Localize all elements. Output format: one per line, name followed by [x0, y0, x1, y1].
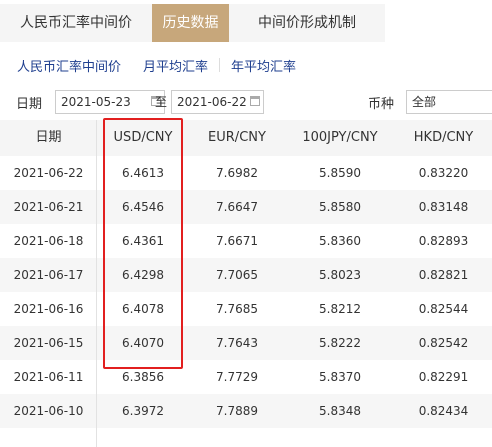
table-row: 2021-06-11 6.3856 7.7729 5.8370 0.82291 — [0, 360, 492, 394]
tab-central-parity-mechanism[interactable]: 中间价形成机制 — [229, 4, 385, 42]
subnav-monthly-average[interactable]: 月平均汇率 — [143, 56, 208, 75]
cell-100jpy-cny: 5.8590 — [319, 166, 361, 180]
cell-eur-cny: 7.7685 — [216, 302, 258, 316]
cell-hkd-cny: 0.83148 — [418, 200, 469, 214]
end-date-input[interactable]: 2021-06-22 — [171, 90, 264, 114]
table-row: 2021-06-22 6.4613 7.6982 5.8590 0.83220 — [0, 156, 492, 190]
table-header-row: 日期 USD/CNY EUR/CNY 100JPY/CNY HKD/CNY — [0, 120, 492, 156]
date-label: 日期 — [16, 97, 43, 112]
table-row: 2021-06-21 6.4546 7.6647 5.8580 0.83148 — [0, 190, 492, 224]
cell-usd-cny: 6.4070 — [122, 336, 164, 350]
currency-label: 币种 — [368, 97, 395, 112]
cell-usd-cny: 6.3856 — [122, 370, 164, 384]
cell-100jpy-cny: 5.8348 — [319, 404, 361, 418]
cell-date: 2021-06-10 — [13, 404, 84, 418]
subnav-divider — [219, 58, 221, 72]
end-date-value: 2021-06-22 — [177, 95, 247, 109]
header-eur-cny: EUR/CNY — [208, 130, 266, 145]
date-column-divider — [96, 120, 97, 447]
sub-navigation: 人民币汇率中间价 月平均汇率 年平均汇率 — [0, 56, 492, 75]
main-tabs: 人民币汇率中间价 历史数据 中间价形成机制 — [0, 4, 385, 42]
cell-hkd-cny: 0.82821 — [418, 268, 469, 282]
cell-eur-cny: 7.7729 — [216, 370, 258, 384]
cell-hkd-cny: 0.82544 — [418, 302, 469, 316]
cell-date: 2021-06-11 — [13, 370, 84, 384]
cell-eur-cny: 7.6982 — [216, 166, 258, 180]
cell-eur-cny: 7.7889 — [216, 404, 258, 418]
cell-eur-cny: 7.7065 — [216, 268, 258, 282]
cell-100jpy-cny: 5.8360 — [319, 234, 361, 248]
table-row: 2021-06-15 6.4070 7.7643 5.8222 0.82542 — [0, 326, 492, 360]
cell-hkd-cny: 0.83220 — [418, 166, 469, 180]
header-usd-cny: USD/CNY — [113, 130, 173, 145]
cell-100jpy-cny: 5.8370 — [319, 370, 361, 384]
calendar-icon[interactable] — [250, 96, 260, 106]
tab-rmb-central-parity[interactable]: 人民币汇率中间价 — [0, 4, 152, 42]
cell-hkd-cny: 0.82542 — [418, 336, 469, 350]
cell-eur-cny: 7.7643 — [216, 336, 258, 350]
cell-date: 2021-06-16 — [13, 302, 84, 316]
header-date: 日期 — [35, 130, 62, 145]
cell-date: 2021-06-21 — [13, 200, 84, 214]
table-row: 2021-06-17 6.4298 7.7065 5.8023 0.82821 — [0, 258, 492, 292]
cell-100jpy-cny: 5.8222 — [319, 336, 361, 350]
header-100jpy-cny: 100JPY/CNY — [302, 130, 378, 145]
cell-date: 2021-06-22 — [13, 166, 84, 180]
cell-usd-cny: 6.4298 — [122, 268, 164, 282]
header-hkd-cny: HKD/CNY — [413, 130, 474, 145]
cell-date: 2021-06-18 — [13, 234, 84, 248]
start-date-input[interactable]: 2021-05-23 — [55, 90, 165, 114]
currency-select[interactable]: 全部 — [406, 90, 492, 114]
cell-usd-cny: 6.4078 — [122, 302, 164, 316]
cell-eur-cny: 7.6671 — [216, 234, 258, 248]
table-row: 2021-06-16 6.4078 7.7685 5.8212 0.82544 — [0, 292, 492, 326]
tab-historical-data[interactable]: 历史数据 — [152, 4, 229, 42]
cell-100jpy-cny: 5.8580 — [319, 200, 361, 214]
subnav-yearly-average[interactable]: 年平均汇率 — [231, 56, 296, 75]
cell-usd-cny: 6.4361 — [122, 234, 164, 248]
start-date-value: 2021-05-23 — [61, 95, 131, 109]
table-row: 2021-06-10 6.3972 7.7889 5.8348 0.82434 — [0, 394, 492, 428]
cell-usd-cny: 6.4613 — [122, 166, 164, 180]
cell-hkd-cny: 0.82434 — [418, 404, 469, 418]
date-range-to-label: 至 — [155, 95, 168, 109]
cell-date: 2021-06-17 — [13, 268, 84, 282]
cell-usd-cny: 6.4546 — [122, 200, 164, 214]
cell-usd-cny: 6.3972 — [122, 404, 164, 418]
subnav-central-parity[interactable]: 人民币汇率中间价 — [17, 56, 121, 75]
filter-bar: 日期 2021-05-23 至 2021-06-22 币种 全部 — [0, 88, 492, 116]
currency-select-value: 全部 — [412, 95, 437, 109]
rates-table: 日期 USD/CNY EUR/CNY 100JPY/CNY HKD/CNY 20… — [0, 120, 492, 428]
cell-100jpy-cny: 5.8212 — [319, 302, 361, 316]
cell-100jpy-cny: 5.8023 — [319, 268, 361, 282]
cell-eur-cny: 7.6647 — [216, 200, 258, 214]
table-row: 2021-06-18 6.4361 7.6671 5.8360 0.82893 — [0, 224, 492, 258]
cell-hkd-cny: 0.82291 — [418, 370, 469, 384]
cell-hkd-cny: 0.82893 — [418, 234, 469, 248]
cell-date: 2021-06-15 — [13, 336, 84, 350]
